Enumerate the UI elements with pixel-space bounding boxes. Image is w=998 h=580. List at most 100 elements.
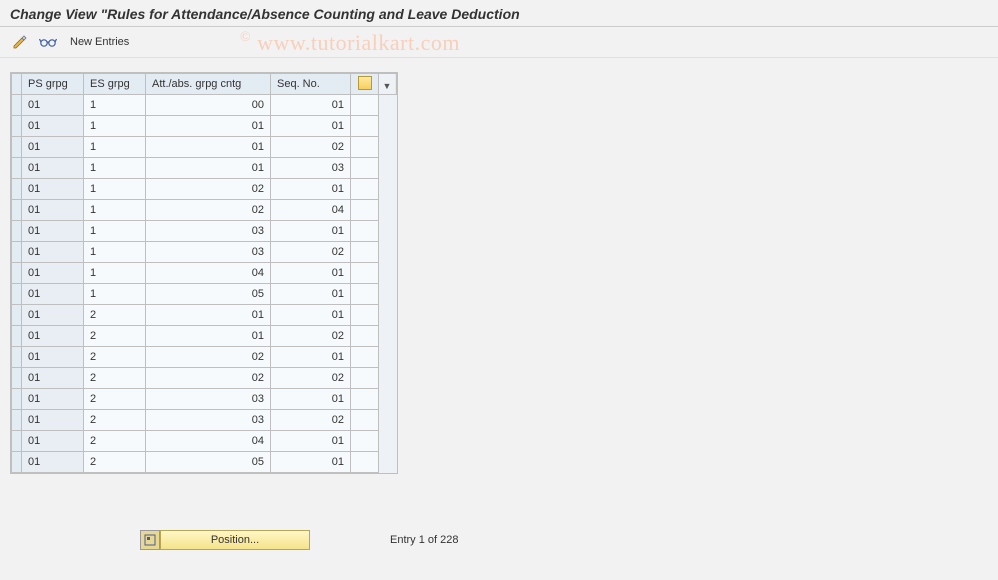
cell-es[interactable]: 2: [84, 347, 146, 368]
table-row[interactable]: 0110401: [12, 263, 397, 284]
cell-es[interactable]: 2: [84, 305, 146, 326]
row-select-cell[interactable]: [12, 410, 22, 431]
cell-att[interactable]: 01: [146, 116, 271, 137]
cell-att[interactable]: 04: [146, 263, 271, 284]
row-select-cell[interactable]: [12, 305, 22, 326]
cell-seq[interactable]: 01: [271, 179, 351, 200]
table-row[interactable]: 0110204: [12, 200, 397, 221]
cell-es[interactable]: 1: [84, 179, 146, 200]
col-header-config[interactable]: [351, 74, 379, 95]
cell-es[interactable]: 2: [84, 368, 146, 389]
cell-seq[interactable]: 01: [271, 263, 351, 284]
table-row[interactable]: 0110103: [12, 158, 397, 179]
row-select-cell[interactable]: [12, 137, 22, 158]
cell-es[interactable]: 2: [84, 431, 146, 452]
cell-seq[interactable]: 01: [271, 305, 351, 326]
row-select-cell[interactable]: [12, 347, 22, 368]
cell-att[interactable]: 03: [146, 410, 271, 431]
row-select-cell[interactable]: [12, 368, 22, 389]
cell-seq[interactable]: 02: [271, 410, 351, 431]
cell-es[interactable]: 2: [84, 452, 146, 473]
cell-seq[interactable]: 01: [271, 95, 351, 116]
table-row[interactable]: 0120501: [12, 452, 397, 473]
table-settings-icon[interactable]: [358, 76, 372, 90]
table-row[interactable]: 0120301: [12, 389, 397, 410]
cell-ps[interactable]: 01: [22, 326, 84, 347]
cell-es[interactable]: 1: [84, 221, 146, 242]
row-select-cell[interactable]: [12, 431, 22, 452]
table-row[interactable]: 0110301: [12, 221, 397, 242]
cell-seq[interactable]: 04: [271, 200, 351, 221]
cell-ps[interactable]: 01: [22, 452, 84, 473]
col-header-att[interactable]: Att./abs. grpg cntg: [146, 74, 271, 95]
cell-es[interactable]: 1: [84, 158, 146, 179]
cell-att[interactable]: 02: [146, 368, 271, 389]
cell-es[interactable]: 2: [84, 389, 146, 410]
cell-es[interactable]: 1: [84, 263, 146, 284]
row-select-cell[interactable]: [12, 389, 22, 410]
row-select-cell[interactable]: [12, 263, 22, 284]
row-select-cell[interactable]: [12, 326, 22, 347]
table-row[interactable]: 0110201: [12, 179, 397, 200]
cell-att[interactable]: 05: [146, 284, 271, 305]
cell-ps[interactable]: 01: [22, 221, 84, 242]
cell-seq[interactable]: 02: [271, 137, 351, 158]
cell-seq[interactable]: 01: [271, 221, 351, 242]
cell-seq[interactable]: 01: [271, 452, 351, 473]
cell-ps[interactable]: 01: [22, 410, 84, 431]
cell-ps[interactable]: 01: [22, 263, 84, 284]
cell-att[interactable]: 03: [146, 242, 271, 263]
table-row[interactable]: 0110001: [12, 95, 397, 116]
cell-ps[interactable]: 01: [22, 137, 84, 158]
cell-att[interactable]: 01: [146, 305, 271, 326]
cell-ps[interactable]: 01: [22, 389, 84, 410]
cell-es[interactable]: 2: [84, 410, 146, 431]
row-select-cell[interactable]: [12, 242, 22, 263]
cell-att[interactable]: 03: [146, 221, 271, 242]
cell-ps[interactable]: 01: [22, 158, 84, 179]
cell-seq[interactable]: 02: [271, 368, 351, 389]
toggle-change-icon[interactable]: [10, 33, 30, 51]
table-row[interactable]: 0120201: [12, 347, 397, 368]
cell-ps[interactable]: 01: [22, 116, 84, 137]
row-select-cell[interactable]: [12, 179, 22, 200]
cell-att[interactable]: 01: [146, 137, 271, 158]
table-row[interactable]: 0110302: [12, 242, 397, 263]
cell-es[interactable]: 1: [84, 242, 146, 263]
cell-es[interactable]: 2: [84, 326, 146, 347]
table-row[interactable]: 0110101: [12, 116, 397, 137]
cell-att[interactable]: 02: [146, 347, 271, 368]
cell-seq[interactable]: 01: [271, 431, 351, 452]
cell-ps[interactable]: 01: [22, 431, 84, 452]
position-button[interactable]: Position...: [160, 530, 310, 550]
cell-seq[interactable]: 01: [271, 284, 351, 305]
new-entries-button[interactable]: New Entries: [66, 34, 133, 50]
table-row[interactable]: 0110102: [12, 137, 397, 158]
table-row[interactable]: 0120302: [12, 410, 397, 431]
table-row[interactable]: 0120401: [12, 431, 397, 452]
cell-ps[interactable]: 01: [22, 242, 84, 263]
cell-seq[interactable]: 02: [271, 242, 351, 263]
cell-ps[interactable]: 01: [22, 200, 84, 221]
row-select-cell[interactable]: [12, 284, 22, 305]
scrollbar[interactable]: ▲ ▼ ▲ ▼: [379, 74, 397, 95]
cell-att[interactable]: 01: [146, 158, 271, 179]
cell-ps[interactable]: 01: [22, 368, 84, 389]
cell-att[interactable]: 04: [146, 431, 271, 452]
table-row[interactable]: 0120202: [12, 368, 397, 389]
cell-att[interactable]: 05: [146, 452, 271, 473]
position-icon[interactable]: [140, 530, 160, 550]
cell-es[interactable]: 1: [84, 200, 146, 221]
cell-att[interactable]: 00: [146, 95, 271, 116]
cell-att[interactable]: 03: [146, 389, 271, 410]
col-header-ps[interactable]: PS grpg: [22, 74, 84, 95]
cell-ps[interactable]: 01: [22, 179, 84, 200]
row-select-cell[interactable]: [12, 95, 22, 116]
cell-seq[interactable]: 02: [271, 326, 351, 347]
cell-att[interactable]: 02: [146, 200, 271, 221]
col-header-seq[interactable]: Seq. No.: [271, 74, 351, 95]
table-row[interactable]: 0120102: [12, 326, 397, 347]
cell-att[interactable]: 01: [146, 326, 271, 347]
cell-es[interactable]: 1: [84, 116, 146, 137]
row-select-cell[interactable]: [12, 452, 22, 473]
